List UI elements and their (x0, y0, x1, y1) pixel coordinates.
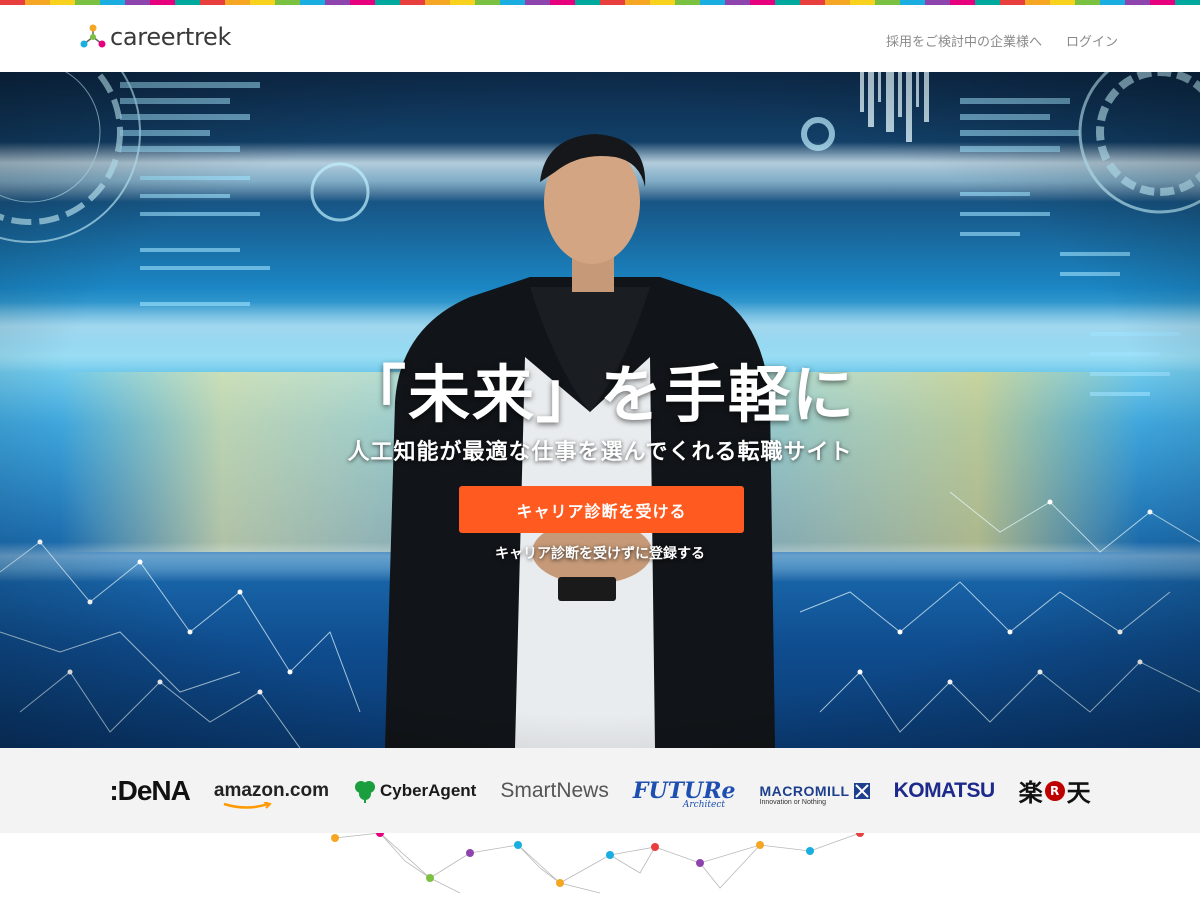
hero-headline: 「未来」を手軽に (343, 358, 856, 431)
client-logos-band: :DeNA amazon.com CyberAgent SmartNews FU… (0, 748, 1200, 833)
hero-subline: 人工知能が最適な仕事を選んでくれる転職サイト (347, 440, 853, 465)
komatsu-logo: KOMATSU (893, 778, 996, 803)
header-nav: 採用をご検討中の企業様へ ログイン (886, 31, 1118, 50)
rakuten-logo: 楽 R 天 (1019, 773, 1091, 808)
amazon-smile-icon (223, 801, 272, 809)
logo-text: careertrek (110, 23, 232, 51)
cyberagent-leaf-icon (354, 780, 375, 803)
dena-logo-text: :DeNA (109, 774, 191, 806)
macromill-mark-icon (853, 782, 870, 799)
macromill-logo-text: MACROMILL (759, 782, 850, 799)
career-diagnosis-button[interactable]: キャリア診断を受ける (459, 486, 744, 533)
amazon-logo-text: amazon.com (213, 779, 329, 801)
cyberagent-logo-text: CyberAgent (379, 780, 477, 800)
smartnews-logo-text: SmartNews (500, 778, 609, 802)
nav-for-companies-link[interactable]: 採用をご検討中の企業様へ (886, 31, 1042, 50)
cyberagent-logo: CyberAgent (353, 779, 476, 803)
smartnews-logo: SmartNews (500, 779, 609, 803)
komatsu-logo-text: KOMATSU (893, 778, 996, 802)
site-logo[interactable]: careertrek (80, 23, 231, 51)
rakuten-logo-right: 天 (1066, 779, 1091, 807)
dena-logo: :DeNA (109, 774, 191, 807)
macromill-logo: MACROMILL Innovation or Nothing (759, 782, 870, 806)
future-architect-logo: FUTURe Architect (633, 778, 736, 810)
hero-section: 「未来」を手軽に 人工知能が最適な仕事を選んでくれる転職サイト キャリア診断を受… (0, 72, 1200, 748)
amazon-logo: amazon.com (213, 779, 329, 809)
future-logo-sub: Architect (682, 799, 725, 810)
rakuten-logo-left: 楽 (1018, 779, 1043, 807)
site-header: careertrek 採用をご検討中の企業様へ ログイン (0, 5, 1200, 72)
rakuten-r-icon: R (1044, 780, 1065, 801)
register-without-diagnosis-link[interactable]: キャリア診断を受けずに登録する (0, 543, 1200, 563)
hero-content: 「未来」を手軽に 人工知能が最適な仕事を選んでくれる転職サイト キャリア診断を受… (0, 72, 1200, 748)
bottom-network-decoration (331, 833, 864, 894)
careertrek-logo-icon (80, 24, 106, 48)
macromill-logo-sub: Innovation or Nothing (759, 798, 827, 806)
nav-login-link[interactable]: ログイン (1066, 31, 1118, 50)
